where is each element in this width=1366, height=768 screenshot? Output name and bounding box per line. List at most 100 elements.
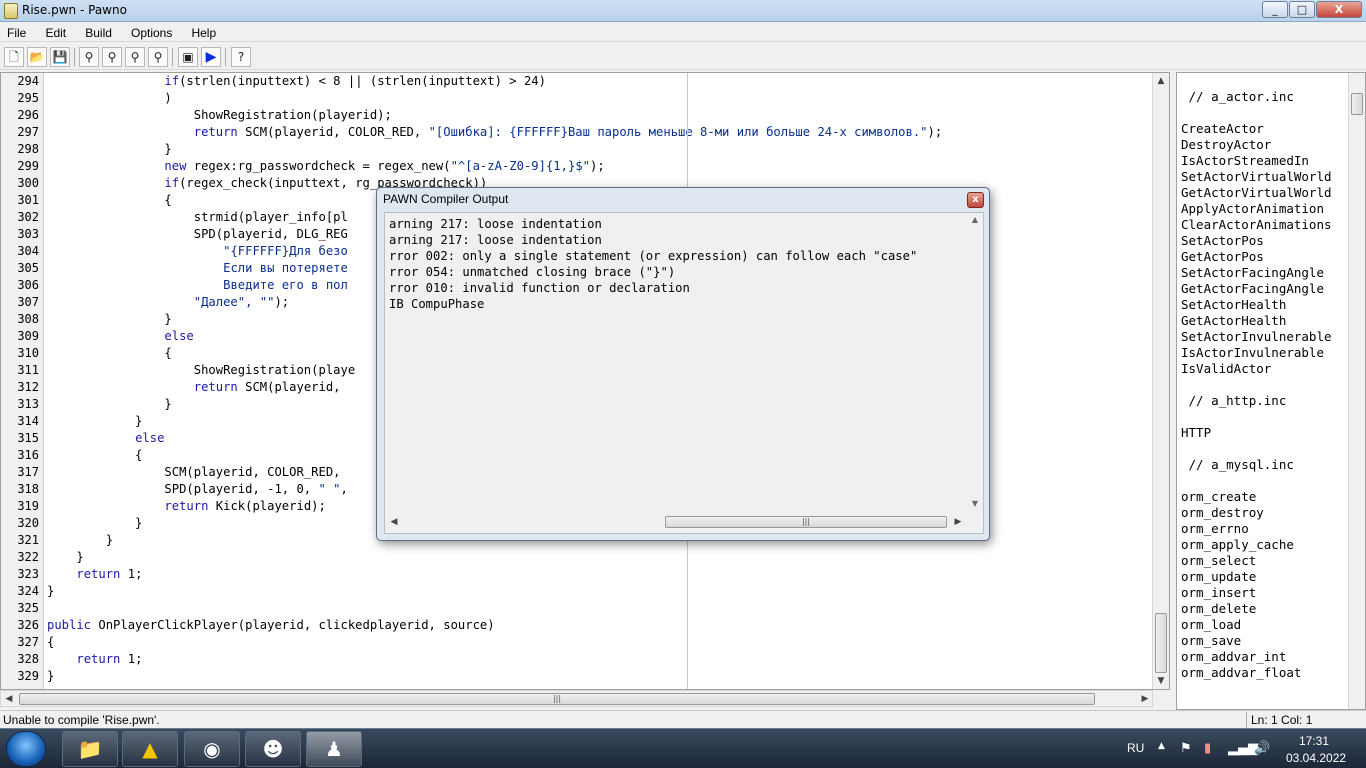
function-list-item[interactable]: orm_addvar_int xyxy=(1181,649,1286,664)
line-number: 294 xyxy=(17,74,39,88)
function-list-item[interactable]: orm_update xyxy=(1181,569,1256,584)
function-list-item[interactable]: GetActorVirtualWorld xyxy=(1181,185,1332,200)
output-horizontal-scroll-thumb[interactable]: ||| xyxy=(665,516,947,528)
function-list-scrollbar[interactable] xyxy=(1348,73,1365,709)
function-list-item[interactable]: SetActorPos xyxy=(1181,233,1264,248)
language-indicator[interactable]: RU xyxy=(1127,741,1144,755)
help-icon[interactable]: ? xyxy=(231,47,251,67)
function-list-item[interactable]: orm_save xyxy=(1181,633,1241,648)
function-list-item[interactable]: HTTP xyxy=(1181,425,1211,440)
function-list-item[interactable]: orm_create xyxy=(1181,489,1256,504)
compiler-output-line: rror 002: only a single statement (or ex… xyxy=(389,249,918,263)
function-list-item[interactable]: SetActorVirtualWorld xyxy=(1181,169,1332,184)
output-scroll-down-icon[interactable]: ▼ xyxy=(967,499,983,508)
code-line: else xyxy=(135,431,165,445)
function-list-item[interactable]: orm_errno xyxy=(1181,521,1249,536)
replace-icon[interactable]: ⚲ xyxy=(125,47,145,67)
pawno-taskbar-icon[interactable]: ♟ xyxy=(306,731,362,767)
function-list-item[interactable]: orm_delete xyxy=(1181,601,1256,616)
function-list-item[interactable]: IsActorStreamedIn xyxy=(1181,153,1309,168)
function-list-item[interactable]: SetActorInvulnerable xyxy=(1181,329,1332,344)
code-line: SPD(playerid, -1, 0, " ", xyxy=(47,482,348,496)
find-binoculars-icon[interactable]: ⚲ xyxy=(79,47,99,67)
taskbar: 📁 ▲ ◉ ☻ ♟ RU ▲ ⚑ ▮ ▂▄▆ 🔊 17:31 03.04.202… xyxy=(0,728,1366,768)
line-number: 311 xyxy=(17,363,39,377)
game-launcher-taskbar-icon[interactable]: ▲ xyxy=(122,731,178,767)
function-list-item[interactable]: ApplyActorAnimation xyxy=(1181,201,1324,216)
code-line: "{FFFFFF}Для безо xyxy=(223,244,348,258)
code-line: return Kick(playerid); xyxy=(164,499,326,513)
function-list-item[interactable]: IsActorInvulnerable xyxy=(1181,345,1324,360)
show-hidden-icons-icon[interactable]: ▲ xyxy=(1158,741,1165,751)
maximize-button[interactable]: □ xyxy=(1289,1,1315,18)
output-horizontal-scrollbar[interactable]: ◀ ||| ▶ xyxy=(386,514,966,531)
function-list-scroll-thumb[interactable] xyxy=(1351,93,1363,115)
output-scroll-right-icon[interactable]: ▶ xyxy=(950,514,966,530)
menu-build[interactable]: Build xyxy=(78,24,119,40)
line-number: 319 xyxy=(17,499,39,513)
explorer-taskbar-icon[interactable]: 📁 xyxy=(62,731,118,767)
editor-vertical-scrollbar[interactable]: ▲ ▼ xyxy=(1152,73,1169,689)
menu-file[interactable]: File xyxy=(0,24,33,40)
dialog-title: PAWN Compiler Output xyxy=(383,192,509,206)
scroll-right-arrow-icon[interactable]: ▶ xyxy=(1137,691,1153,707)
scroll-down-arrow-icon[interactable]: ▼ xyxy=(1153,673,1169,689)
function-list-item[interactable]: orm_apply_cache xyxy=(1181,537,1294,552)
editor-horizontal-scroll-thumb[interactable]: ||| xyxy=(19,693,1095,705)
clock-date[interactable]: 03.04.2022 xyxy=(1286,751,1346,765)
function-list-item[interactable]: orm_addvar_float xyxy=(1181,665,1301,680)
toolbar: 🗋 📂 💾 ⚲ ⚲ ⚲ ⚲ ▣ ▶ ? xyxy=(0,44,1366,70)
menu-help[interactable]: Help xyxy=(184,24,223,40)
find-next-icon[interactable]: ⚲ xyxy=(102,47,122,67)
menu-options[interactable]: Options xyxy=(124,24,179,40)
power-icon[interactable]: ▮ xyxy=(1204,741,1211,756)
save-disk-icon[interactable]: 💾 xyxy=(50,47,70,67)
clock-time[interactable]: 17:31 xyxy=(1299,734,1329,748)
chrome-taskbar-icon[interactable]: ◉ xyxy=(184,731,240,767)
line-number: 301 xyxy=(17,193,39,207)
compiler-output-text[interactable]: arning 217: loose indentation arning 217:… xyxy=(386,215,966,513)
volume-icon[interactable]: 🔊 xyxy=(1254,741,1270,756)
editor-horizontal-scrollbar[interactable]: ◀ ||| ▶ xyxy=(0,690,1153,707)
function-list-item[interactable]: orm_load xyxy=(1181,617,1241,632)
new-file-icon[interactable]: 🗋 xyxy=(4,47,24,67)
line-number: 322 xyxy=(17,550,39,564)
gta-sa-taskbar-icon[interactable]: ☻ xyxy=(245,731,301,767)
menu-edit[interactable]: Edit xyxy=(38,24,73,40)
function-list-panel[interactable]: // a_actor.inc CreateActor DestroyActor IsA… xyxy=(1176,72,1366,710)
functions-icon[interactable]: ▣ xyxy=(178,47,198,67)
close-button[interactable]: X xyxy=(1316,1,1362,18)
function-list-item[interactable]: GetActorHealth xyxy=(1181,313,1286,328)
function-list-item[interactable]: SetActorFacingAngle xyxy=(1181,265,1324,280)
dialog-close-button[interactable]: x xyxy=(967,192,984,208)
editor-vertical-scroll-thumb[interactable] xyxy=(1155,613,1167,673)
function-list-item[interactable]: GetActorPos xyxy=(1181,249,1264,264)
function-list-item[interactable]: SetActorHealth xyxy=(1181,297,1286,312)
output-vertical-scrollbar[interactable]: ▲ ▼ xyxy=(967,215,983,513)
function-list-item[interactable]: orm_select xyxy=(1181,553,1256,568)
function-list-item[interactable]: orm_insert xyxy=(1181,585,1256,600)
output-scroll-up-icon[interactable]: ▲ xyxy=(967,215,983,224)
function-list-item[interactable]: CreateActor xyxy=(1181,121,1264,136)
open-folder-icon[interactable]: 📂 xyxy=(27,47,47,67)
output-scroll-left-icon[interactable]: ◀ xyxy=(386,514,402,530)
goto-icon[interactable]: ⚲ xyxy=(148,47,168,67)
code-line: ShowRegistration(playe xyxy=(47,363,356,377)
line-number: 306 xyxy=(17,278,39,292)
function-list-item[interactable]: orm_destroy xyxy=(1181,505,1264,520)
function-list-item[interactable]: IsValidActor xyxy=(1181,361,1271,376)
line-number: 318 xyxy=(17,482,39,496)
toolbar-separator xyxy=(74,48,75,66)
line-number: 309 xyxy=(17,329,39,343)
function-list-item[interactable]: DestroyActor xyxy=(1181,137,1271,152)
compile-run-icon[interactable]: ▶ xyxy=(201,47,221,67)
action-center-flag-icon[interactable]: ⚑ xyxy=(1180,741,1192,756)
pawno-app-icon xyxy=(4,3,18,19)
scroll-left-arrow-icon[interactable]: ◀ xyxy=(1,691,17,707)
start-button[interactable] xyxy=(6,731,46,767)
scroll-up-arrow-icon[interactable]: ▲ xyxy=(1153,73,1169,89)
function-list-item[interactable]: GetActorFacingAngle xyxy=(1181,281,1324,296)
dialog-body: arning 217: loose indentation arning 217:… xyxy=(384,212,984,534)
minimize-button[interactable]: _ xyxy=(1262,1,1288,18)
function-list-item[interactable]: ClearActorAnimations xyxy=(1181,217,1332,232)
